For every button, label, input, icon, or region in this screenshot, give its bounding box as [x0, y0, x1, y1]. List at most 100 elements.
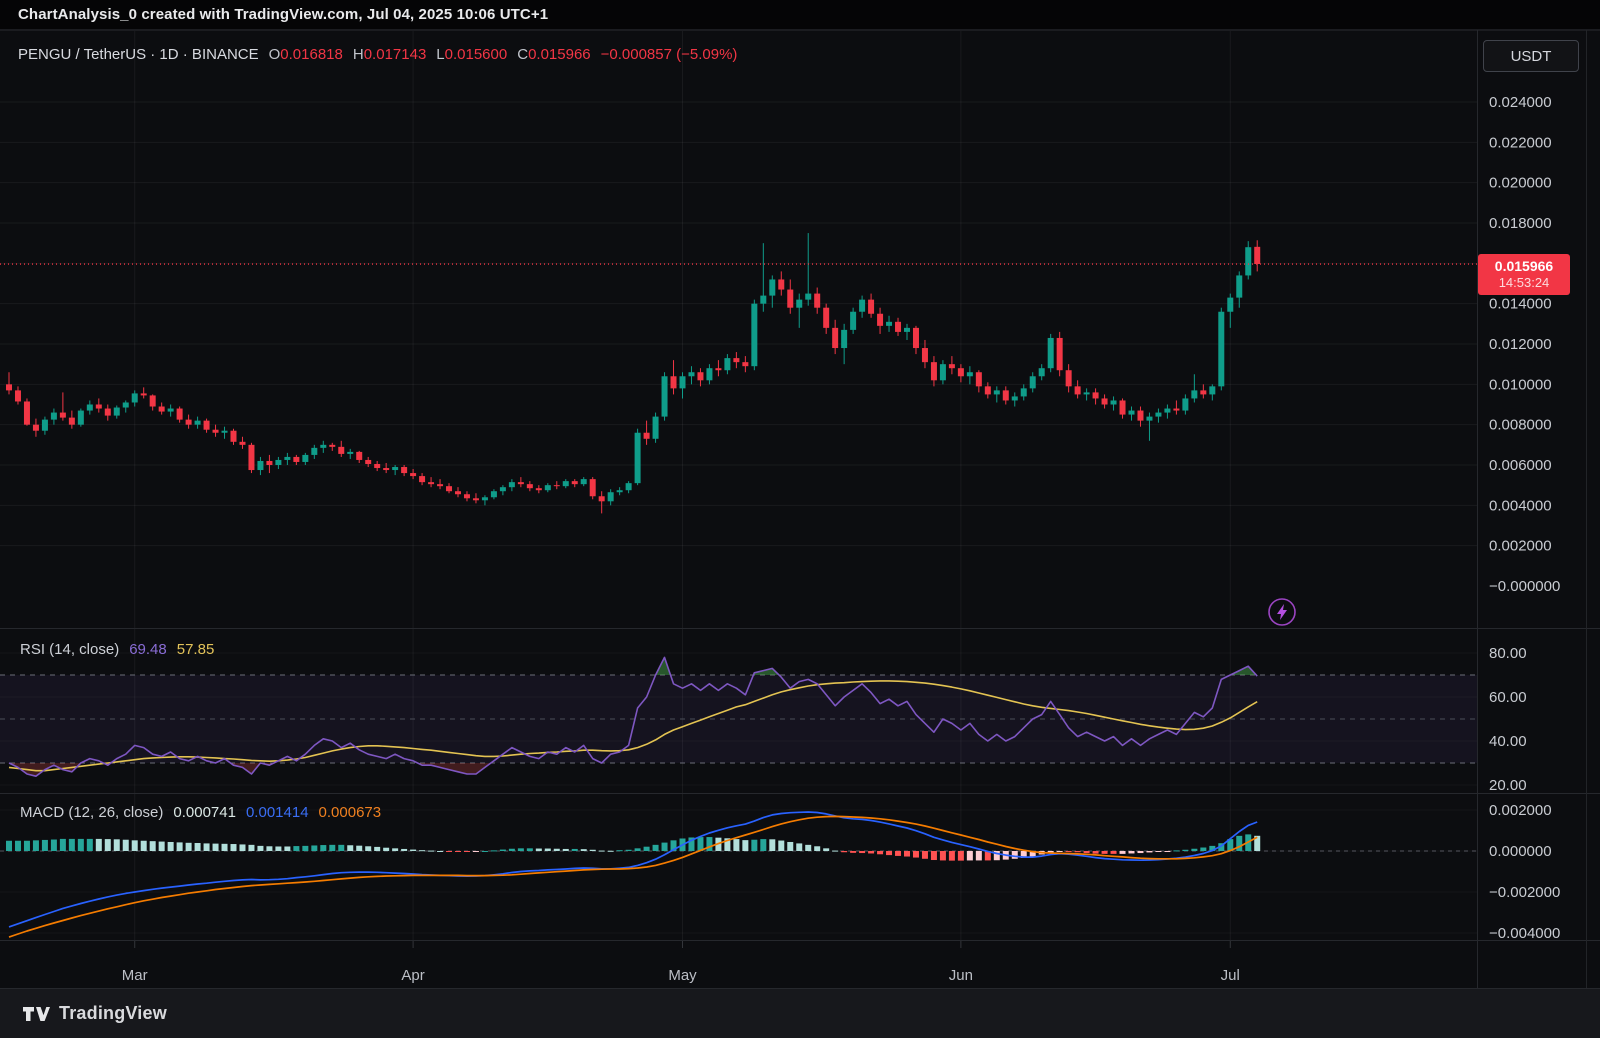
macd-histogram-bar	[644, 847, 650, 851]
candle	[123, 402, 129, 407]
macd-histogram-bar	[868, 851, 874, 853]
macd-histogram-bar	[572, 849, 578, 851]
price-tick-label: 0.004000	[1489, 497, 1552, 514]
candle	[922, 348, 928, 362]
candle	[697, 372, 703, 380]
candle	[401, 467, 407, 473]
macd-histogram-bar	[545, 849, 551, 851]
last-price-value: 0.015966	[1495, 258, 1553, 276]
macd-indicator-title[interactable]: MACD (12, 26, close)	[20, 804, 163, 821]
candle	[1021, 388, 1027, 396]
candle	[1137, 411, 1143, 421]
candle	[868, 300, 874, 314]
macd-histogram-bar	[123, 840, 129, 851]
macd-histogram-bar	[949, 851, 955, 861]
currency-unit-button[interactable]: USDT	[1483, 40, 1579, 72]
candle	[114, 408, 120, 416]
candle	[778, 279, 784, 289]
macd-histogram-bar	[599, 851, 605, 852]
chart-canvas[interactable]: 0.0240000.0220000.0200000.0180000.014000…	[0, 0, 1600, 1038]
rsi-tick-label: 80.00	[1489, 645, 1527, 662]
price-tick-label: 0.014000	[1489, 296, 1552, 313]
candle	[706, 368, 712, 380]
macd-histogram-bar	[150, 841, 156, 851]
macd-histogram-bar	[42, 840, 48, 851]
macd-histogram-bar	[213, 844, 219, 851]
candle	[913, 328, 919, 348]
candle	[563, 481, 569, 486]
macd-histogram-bar	[841, 851, 847, 852]
open-label: O	[269, 46, 281, 63]
candle	[1048, 338, 1054, 368]
macd-histogram-bar	[1146, 851, 1152, 852]
tradingview-logo-icon[interactable]	[22, 1005, 50, 1023]
rsi-panel[interactable]	[0, 657, 1477, 776]
candle	[536, 488, 542, 490]
candle	[904, 328, 910, 332]
macd-histogram-bar	[293, 846, 299, 851]
rsi-tick-label: 40.00	[1489, 733, 1527, 750]
macd-histogram-bar	[419, 850, 425, 851]
macd-legend[interactable]: MACD (12, 26, close) 0.000741 0.001414 0…	[20, 804, 381, 821]
candle	[96, 404, 102, 408]
candle	[1245, 247, 1251, 275]
candle	[1075, 386, 1081, 394]
macd-histogram-bar	[563, 849, 569, 851]
candle	[895, 322, 901, 332]
candle	[751, 304, 757, 367]
low-label: L	[436, 46, 444, 63]
macd-histogram-bar	[60, 839, 66, 851]
tradingview-brand-text[interactable]: TradingView	[59, 1003, 167, 1024]
macd-histogram-bar	[455, 851, 461, 852]
candle	[1012, 396, 1018, 400]
rsi-legend[interactable]: RSI (14, close) 69.48 57.85	[20, 641, 214, 658]
candle	[69, 418, 75, 425]
candle	[545, 485, 551, 490]
candle	[455, 491, 461, 494]
macd-histogram-bar	[967, 851, 973, 860]
candle	[671, 376, 677, 388]
macd-histogram-bar	[78, 839, 84, 851]
symbol-name[interactable]: PENGU / TetherUS · 1D · BINANCE	[18, 46, 259, 63]
macd-histogram-bar	[239, 844, 245, 851]
price-tick-label: 0.022000	[1489, 134, 1552, 151]
macd-histogram-bar	[895, 851, 901, 856]
macd-histogram-bar	[940, 851, 946, 860]
macd-histogram-bar	[231, 844, 237, 851]
macd-histogram-bar	[446, 851, 452, 852]
candle	[1227, 298, 1233, 312]
candle	[195, 421, 201, 425]
candle	[1146, 417, 1152, 421]
symbol-legend[interactable]: PENGU / TetherUS · 1D · BINANCE O0.01681…	[18, 46, 737, 63]
candle	[150, 395, 156, 406]
macd-histogram-bar	[33, 840, 39, 851]
macd-line-value: 0.001414	[246, 804, 309, 821]
macd-histogram-bar	[132, 840, 138, 851]
low-value: 0.015600	[445, 46, 508, 63]
candle	[392, 467, 398, 470]
macd-histogram-bar	[805, 845, 811, 851]
open-value: 0.016818	[280, 46, 343, 63]
candle	[473, 498, 479, 500]
macd-histogram-bar	[1111, 851, 1117, 854]
rsi-value: 69.48	[129, 641, 167, 658]
macd-histogram-bar	[653, 845, 659, 851]
candle	[572, 481, 578, 484]
macd-histogram-bar	[159, 842, 165, 851]
macd-histogram-bar	[491, 850, 497, 851]
macd-histogram-bar	[15, 841, 21, 851]
candle	[644, 433, 650, 439]
candle	[356, 452, 362, 460]
macd-histogram-bar	[1164, 851, 1170, 852]
candle	[1218, 312, 1224, 387]
time-axis-month-label: Jul	[1221, 967, 1240, 984]
rsi-indicator-title[interactable]: RSI (14, close)	[20, 641, 119, 658]
close-value: 0.015966	[528, 46, 591, 63]
candle	[635, 433, 641, 483]
candle	[491, 491, 497, 497]
candle	[1236, 275, 1242, 297]
macd-histogram-bar	[186, 843, 192, 851]
candle	[6, 384, 12, 390]
candle	[1093, 392, 1099, 398]
candle	[329, 445, 335, 447]
